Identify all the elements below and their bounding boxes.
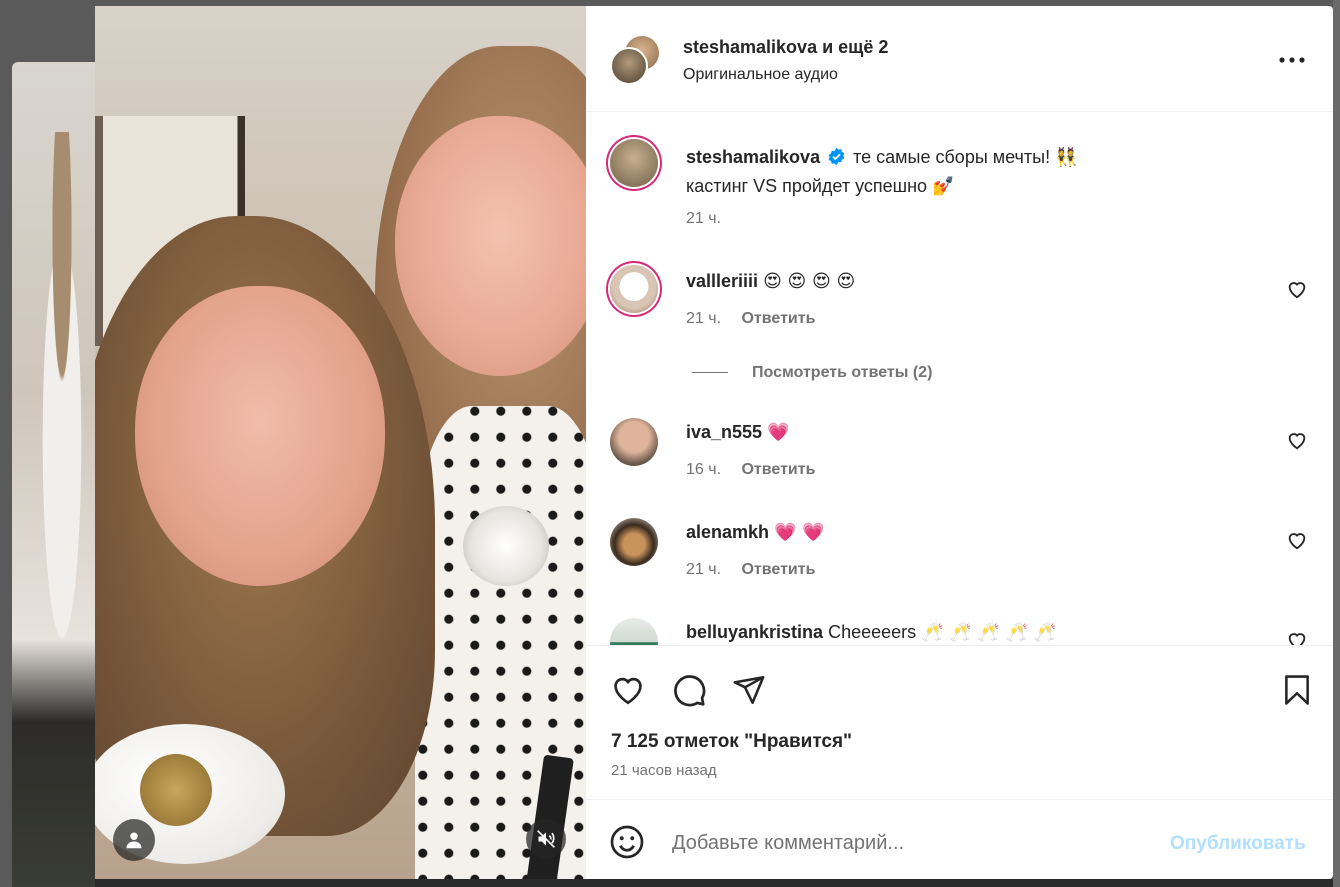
comment-username[interactable]: iva_n555 — [686, 422, 762, 442]
user-icon — [126, 832, 142, 849]
emoji-icon[interactable] — [609, 824, 645, 860]
comment-emoji: 💗 — [767, 422, 790, 443]
heart-icon[interactable] — [1286, 278, 1308, 300]
comment-time: 21 ч. — [686, 561, 722, 578]
avatar[interactable] — [610, 265, 658, 313]
comment-emoji: 🥂 🥂 🥂 🥂 🥂 — [921, 622, 1057, 643]
avatar[interactable] — [610, 139, 658, 187]
collab-avatars[interactable] — [610, 34, 662, 86]
comment-username[interactable]: belluyankristina — [686, 622, 823, 642]
post-time: 21 часов назад — [611, 762, 717, 779]
background-post-thumbnail — [12, 62, 95, 887]
tagged-users-button[interactable] — [113, 819, 155, 861]
post-comment-button[interactable]: Опубликовать — [1170, 833, 1306, 855]
bookmark-icon — [1285, 675, 1309, 705]
action-bar: 7 125 отметок "Нравится" 21 часов назад — [586, 645, 1333, 796]
save-button[interactable] — [1277, 670, 1317, 710]
collaborators-link[interactable]: и ещё 2 — [822, 37, 888, 57]
comment-emoji: 💗 💗 — [774, 522, 825, 543]
share-button[interactable] — [729, 670, 769, 710]
comment-input[interactable] — [670, 822, 1144, 864]
caption-line1: те самые сборы мечты! — [853, 147, 1051, 167]
comment-body: Cheeeeers — [828, 622, 917, 642]
avatar — [610, 47, 648, 85]
background-edge — [1333, 0, 1340, 887]
comment-meta: 16 ч. Ответить — [686, 461, 815, 479]
caption-line2: кастинг VS пройдет успешно — [686, 176, 928, 196]
caption-time: 21 ч. — [686, 210, 722, 227]
comment-composer: Опубликовать — [586, 799, 1333, 880]
mute-button[interactable] — [526, 819, 566, 859]
avatar[interactable] — [610, 418, 658, 466]
caption-emoji-1: 👯 — [1055, 147, 1078, 168]
post-header: steshamalikova и ещё 2 Оригинальное ауди… — [586, 6, 1333, 112]
verified-icon — [828, 147, 845, 166]
avatar[interactable] — [610, 518, 658, 566]
like-button[interactable] — [608, 670, 648, 710]
likes-count[interactable]: 7 125 отметок "Нравится" — [611, 731, 852, 753]
reply-button[interactable]: Ответить — [741, 461, 815, 478]
comment-username[interactable]: alenamkh — [686, 522, 769, 542]
author-username[interactable]: steshamalikova — [683, 37, 817, 57]
caption-text: steshamalikova те самые сборы мечты! 👯 к… — [686, 143, 1273, 201]
comments-list[interactable]: steshamalikova те самые сборы мечты! 👯 к… — [586, 112, 1333, 645]
audio-link[interactable]: Оригинальное аудио — [683, 66, 838, 84]
view-replies-button[interactable]: Посмотреть ответы (2) — [692, 364, 932, 382]
post-details-panel: steshamalikova и ещё 2 Оригинальное ауди… — [586, 6, 1333, 879]
comment-text: alenamkh 💗 💗 — [686, 518, 1273, 547]
more-icon — [1279, 57, 1305, 63]
view-replies-label: Посмотреть ответы (2) — [752, 364, 933, 381]
more-options-button[interactable] — [1276, 50, 1308, 70]
heart-icon[interactable] — [1286, 629, 1308, 645]
reply-button[interactable]: Ответить — [741, 310, 815, 327]
comment-username[interactable]: vallleriiii — [686, 271, 758, 291]
reply-button[interactable]: Ответить — [741, 561, 815, 578]
muted-icon — [537, 830, 555, 848]
avatar[interactable] — [610, 618, 658, 645]
background-grid — [95, 879, 1340, 887]
comment-time: 16 ч. — [686, 461, 722, 478]
caption-emoji-2: 💅 — [932, 176, 955, 197]
heart-icon[interactable] — [1286, 429, 1308, 451]
reel-video[interactable] — [95, 6, 586, 879]
comment-text: iva_n555 💗 — [686, 418, 1273, 447]
comment-text: vallleriiii 😍 😍 😍 😍 — [686, 267, 1273, 296]
share-icon — [733, 675, 765, 705]
heart-icon[interactable] — [1286, 529, 1308, 551]
comment-text: belluyankristina Cheeeeers 🥂 🥂 🥂 🥂 🥂 — [686, 618, 1273, 645]
comment-emoji: 😍 😍 😍 😍 — [763, 271, 856, 292]
comment-time: 21 ч. — [686, 310, 722, 327]
comment-icon — [674, 675, 706, 707]
comment-meta: 21 ч. Ответить — [686, 310, 815, 328]
heart-icon — [614, 677, 642, 705]
comment-meta: 21 ч. Ответить — [686, 561, 815, 579]
comment-button[interactable] — [669, 670, 709, 710]
author-line: steshamalikova и ещё 2 — [683, 37, 888, 58]
caption-username[interactable]: steshamalikova — [686, 147, 820, 167]
